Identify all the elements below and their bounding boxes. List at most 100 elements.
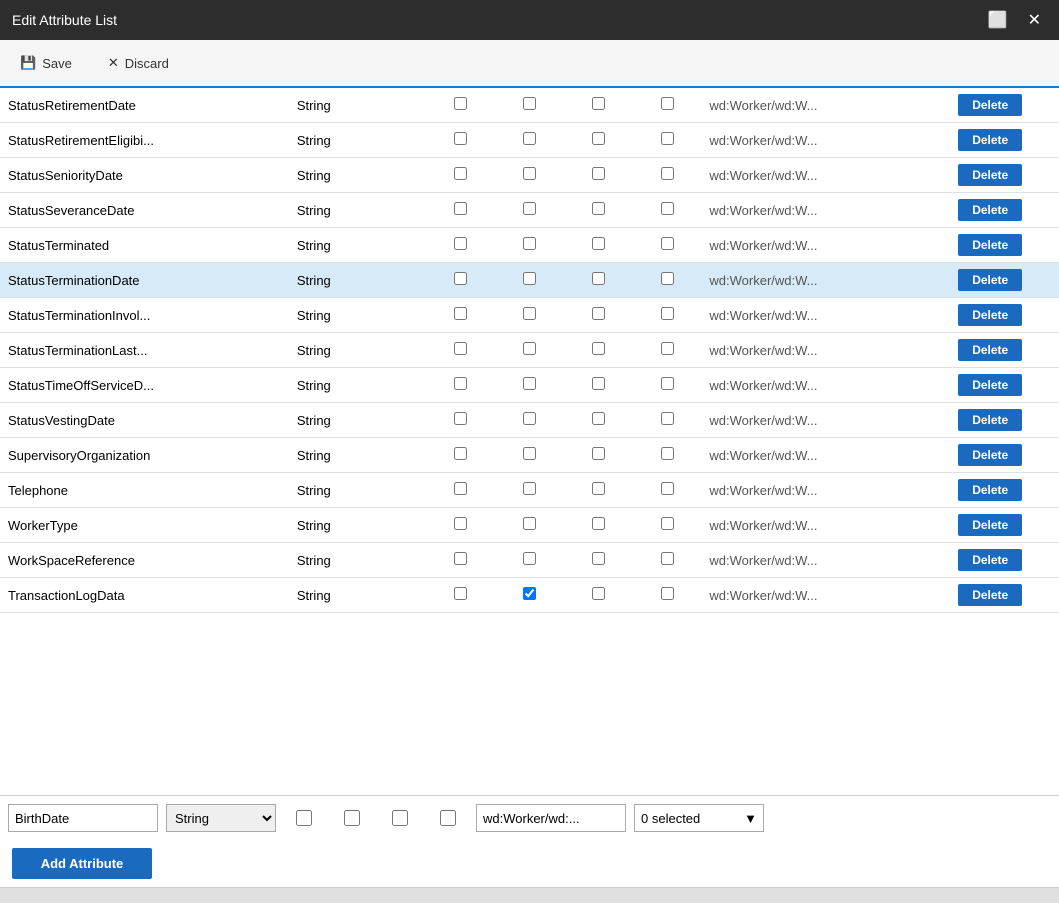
row-cb4[interactable] — [633, 193, 702, 228]
row-cb2[interactable] — [495, 158, 564, 193]
delete-button[interactable]: Delete — [958, 584, 1022, 606]
new-cb4[interactable] — [440, 810, 456, 826]
delete-button[interactable]: Delete — [958, 199, 1022, 221]
row-cb4[interactable] — [633, 438, 702, 473]
row-cb1[interactable] — [426, 438, 495, 473]
row-cb1[interactable] — [426, 333, 495, 368]
row-delete[interactable]: Delete — [921, 263, 1059, 298]
row-cb3[interactable] — [564, 88, 633, 123]
add-attribute-button[interactable]: Add Attribute — [12, 848, 152, 879]
delete-button[interactable]: Delete — [958, 304, 1022, 326]
row-delete[interactable]: Delete — [921, 578, 1059, 613]
row-cb2[interactable] — [495, 473, 564, 508]
row-delete[interactable]: Delete — [921, 158, 1059, 193]
delete-button[interactable]: Delete — [958, 94, 1022, 116]
row-cb3[interactable] — [564, 438, 633, 473]
row-cb2[interactable] — [495, 508, 564, 543]
row-delete[interactable]: Delete — [921, 543, 1059, 578]
row-cb4[interactable] — [633, 88, 702, 123]
row-cb3[interactable] — [564, 578, 633, 613]
row-cb1[interactable] — [426, 298, 495, 333]
row-delete[interactable]: Delete — [921, 88, 1059, 123]
row-delete[interactable]: Delete — [921, 368, 1059, 403]
new-cb3[interactable] — [392, 810, 408, 826]
row-cb2[interactable] — [495, 123, 564, 158]
new-path-input[interactable] — [476, 804, 626, 832]
row-cb4[interactable] — [633, 228, 702, 263]
row-delete[interactable]: Delete — [921, 508, 1059, 543]
delete-button[interactable]: Delete — [958, 164, 1022, 186]
row-cb2[interactable] — [495, 228, 564, 263]
row-cb2[interactable] — [495, 578, 564, 613]
save-button[interactable]: 💾 Save — [12, 51, 80, 75]
row-delete[interactable]: Delete — [921, 473, 1059, 508]
row-delete[interactable]: Delete — [921, 193, 1059, 228]
selected-dropdown[interactable]: 0 selected ▼ — [634, 804, 764, 832]
row-cb3[interactable] — [564, 123, 633, 158]
row-cb2[interactable] — [495, 368, 564, 403]
row-cb3[interactable] — [564, 333, 633, 368]
row-delete[interactable]: Delete — [921, 298, 1059, 333]
row-cb2[interactable] — [495, 403, 564, 438]
row-cb1[interactable] — [426, 123, 495, 158]
row-cb1[interactable] — [426, 263, 495, 298]
row-cb2[interactable] — [495, 438, 564, 473]
row-cb4[interactable] — [633, 473, 702, 508]
row-cb2[interactable] — [495, 298, 564, 333]
row-cb4[interactable] — [633, 123, 702, 158]
row-cb3[interactable] — [564, 543, 633, 578]
row-cb1[interactable] — [426, 158, 495, 193]
delete-button[interactable]: Delete — [958, 514, 1022, 536]
row-cb4[interactable] — [633, 298, 702, 333]
row-cb3[interactable] — [564, 193, 633, 228]
row-delete[interactable]: Delete — [921, 333, 1059, 368]
row-cb3[interactable] — [564, 473, 633, 508]
row-delete[interactable]: Delete — [921, 403, 1059, 438]
delete-button[interactable]: Delete — [958, 409, 1022, 431]
table-scroll[interactable]: StatusRetirementDate String wd:Worker/wd… — [0, 88, 1059, 795]
delete-button[interactable]: Delete — [958, 374, 1022, 396]
row-cb3[interactable] — [564, 158, 633, 193]
row-cb3[interactable] — [564, 298, 633, 333]
row-cb1[interactable] — [426, 88, 495, 123]
row-delete[interactable]: Delete — [921, 123, 1059, 158]
row-cb4[interactable] — [633, 403, 702, 438]
delete-button[interactable]: Delete — [958, 129, 1022, 151]
new-cb1[interactable] — [296, 810, 312, 826]
row-cb3[interactable] — [564, 228, 633, 263]
row-cb1[interactable] — [426, 403, 495, 438]
row-delete[interactable]: Delete — [921, 228, 1059, 263]
delete-button[interactable]: Delete — [958, 549, 1022, 571]
row-cb4[interactable] — [633, 543, 702, 578]
row-cb2[interactable] — [495, 88, 564, 123]
delete-button[interactable]: Delete — [958, 339, 1022, 361]
delete-button[interactable]: Delete — [958, 234, 1022, 256]
row-delete[interactable]: Delete — [921, 438, 1059, 473]
row-cb4[interactable] — [633, 263, 702, 298]
row-cb3[interactable] — [564, 263, 633, 298]
new-cb2[interactable] — [344, 810, 360, 826]
delete-button[interactable]: Delete — [958, 444, 1022, 466]
row-cb1[interactable] — [426, 543, 495, 578]
row-cb1[interactable] — [426, 368, 495, 403]
row-cb2[interactable] — [495, 193, 564, 228]
new-type-select[interactable]: StringIntegerBooleanDateFloat — [166, 804, 276, 832]
delete-button[interactable]: Delete — [958, 479, 1022, 501]
maximize-button[interactable]: ⬜ — [982, 8, 1014, 32]
close-button[interactable]: ✕ — [1022, 8, 1047, 32]
row-cb1[interactable] — [426, 578, 495, 613]
row-cb3[interactable] — [564, 403, 633, 438]
row-cb2[interactable] — [495, 263, 564, 298]
new-attribute-name[interactable] — [8, 804, 158, 832]
row-cb4[interactable] — [633, 578, 702, 613]
row-cb1[interactable] — [426, 228, 495, 263]
delete-button[interactable]: Delete — [958, 269, 1022, 291]
horizontal-scrollbar[interactable] — [0, 887, 1059, 903]
row-cb3[interactable] — [564, 508, 633, 543]
row-cb4[interactable] — [633, 508, 702, 543]
row-cb4[interactable] — [633, 368, 702, 403]
discard-button[interactable]: ✕ Discard — [100, 51, 177, 75]
row-cb3[interactable] — [564, 368, 633, 403]
row-cb4[interactable] — [633, 333, 702, 368]
row-cb1[interactable] — [426, 508, 495, 543]
